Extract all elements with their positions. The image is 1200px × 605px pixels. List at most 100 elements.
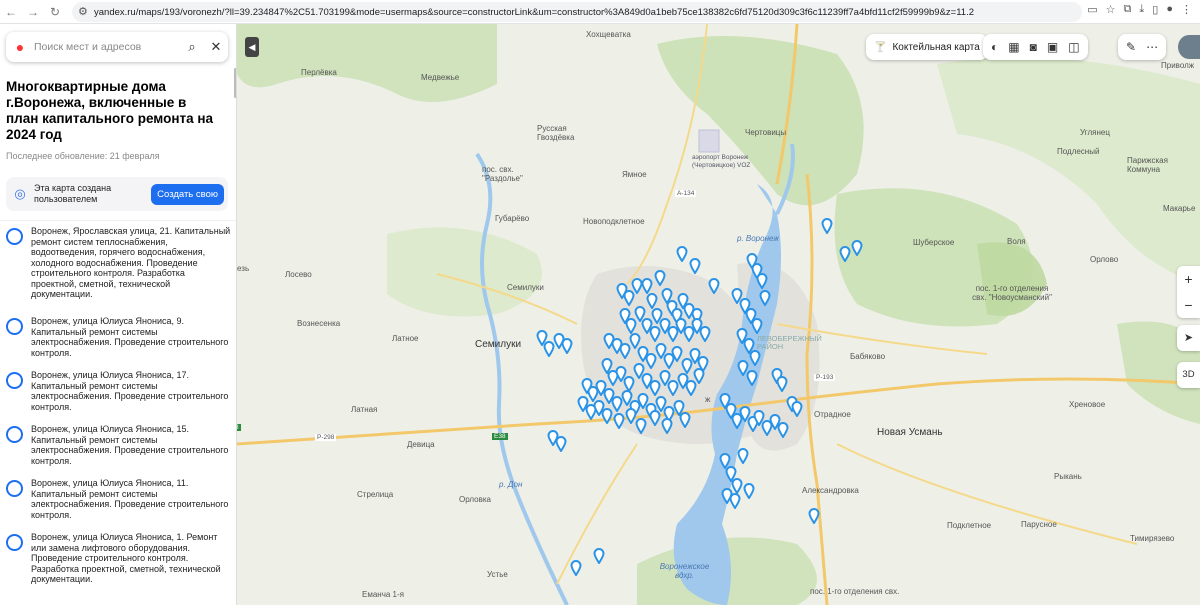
placemark-icon[interactable] <box>839 246 851 262</box>
map-label: Перлёвка <box>301 68 337 77</box>
sidepanel-icon[interactable]: ▯ <box>1152 3 1158 16</box>
radio-icon[interactable] <box>6 228 23 245</box>
ruler-icon[interactable]: ✎ <box>1126 40 1136 54</box>
placemark-icon[interactable] <box>851 240 863 256</box>
radio-icon[interactable] <box>6 318 23 335</box>
zoom-out-button[interactable]: − <box>1177 292 1200 318</box>
placemark-icon[interactable] <box>676 246 688 262</box>
placemark-icon[interactable] <box>721 488 733 504</box>
create-map-button[interactable]: Создать свою <box>151 183 224 205</box>
placemark-icon[interactable] <box>654 270 666 286</box>
radio-icon[interactable] <box>6 480 23 497</box>
reload-icon[interactable]: ↻ <box>44 5 66 19</box>
site-info-icon[interactable]: ⚙ <box>78 5 88 18</box>
layers-icon[interactable]: ◐ <box>991 40 998 54</box>
placemark-icon[interactable] <box>743 483 755 499</box>
map-label: пос. свх. "Раздолье" <box>482 165 523 183</box>
map-tools: ◐ ▦ ◙ ▣ ◫ <box>983 34 1088 60</box>
placemark-icon[interactable] <box>737 448 749 464</box>
search-bar[interactable]: ● Поиск мест и адресов ⌕ ✕ <box>6 32 228 62</box>
placemark-icon[interactable] <box>756 273 768 289</box>
download-icon[interactable]: ⤓ <box>1139 3 1144 16</box>
bookmark-star-icon[interactable]: ☆ <box>1106 3 1116 16</box>
map-label: Чертовицы <box>745 128 787 137</box>
placemark-icon[interactable] <box>689 258 701 274</box>
panorama-icon[interactable]: ◙ <box>1030 40 1037 54</box>
transport-icon[interactable]: ▣ <box>1047 40 1058 54</box>
geolocation-button[interactable]: ➤ <box>1177 325 1200 351</box>
placemark-icon[interactable] <box>570 560 582 576</box>
address-bar[interactable]: ⚙ yandex.ru/maps/193/voronezh/?ll=39.234… <box>72 2 1082 22</box>
map-label: Хохщеватка <box>586 30 631 39</box>
traffic-icon[interactable]: ◫ <box>1068 40 1079 54</box>
layer-label: Коктейльная карта <box>892 41 980 53</box>
placemark-icon[interactable] <box>821 218 833 234</box>
install-icon[interactable]: ▭ <box>1087 3 1097 16</box>
map-label: Орлово <box>1090 255 1119 264</box>
collapse-panel-button[interactable]: ◀ <box>245 37 259 57</box>
list-item[interactable]: Воронеж, улица Юлиуса Янониса, 1. Ремонт… <box>0 527 236 605</box>
placemark-icon[interactable] <box>641 278 653 294</box>
user-map-text: Эта карта создана пользователем <box>34 183 112 204</box>
forward-icon[interactable]: → <box>22 5 44 19</box>
radio-icon[interactable] <box>6 426 23 443</box>
list-item[interactable]: Воронеж, улица Юлиуса Янониса, 9. Капита… <box>0 311 236 365</box>
list-item-text: Воронеж, улица Юлиуса Янониса, 1. Ремонт… <box>31 532 221 584</box>
map-marker-icon: ◎ <box>14 186 26 201</box>
placemark-icon[interactable] <box>679 412 691 428</box>
profile-icon[interactable]: ● <box>1166 3 1173 16</box>
placemark-icon[interactable] <box>561 338 573 354</box>
placemark-icon[interactable] <box>635 418 647 434</box>
placemark-icon[interactable] <box>693 368 705 384</box>
browser-actions: ▭ ☆ ⧉ ⤓ ▯ ● ⋮ <box>1087 3 1192 16</box>
placemark-icon[interactable] <box>808 508 820 524</box>
map-label: езь <box>237 264 250 273</box>
cocktail-icon: 🍸 <box>874 41 887 53</box>
close-icon[interactable]: ✕ <box>204 39 228 55</box>
search-input[interactable]: Поиск мест и адресов <box>34 41 180 53</box>
map-canvas[interactable]: Хохщеватка Перлёвка Медвежье Русская Гво… <box>237 24 1200 605</box>
back-icon[interactable]: ← <box>0 5 22 19</box>
placemark-icon[interactable] <box>593 548 605 564</box>
layer-switch-button[interactable]: 🍸 Коктейльная карта <box>866 34 988 60</box>
placemark-icon[interactable] <box>555 436 567 452</box>
placemark-icon[interactable] <box>749 350 761 366</box>
placemark-icon[interactable] <box>759 290 771 306</box>
placemark-icon[interactable] <box>646 293 658 309</box>
map-label: Еманча 1-я <box>362 590 404 599</box>
map-label: Александровка <box>802 486 859 495</box>
map-label: Макарье <box>1163 204 1196 213</box>
placemark-icon[interactable] <box>661 418 673 434</box>
avatar[interactable] <box>1178 35 1200 59</box>
placemark-icon[interactable] <box>613 413 625 429</box>
list-item[interactable]: Воронеж, улица Юлиуса Янониса, 17. Капит… <box>0 365 236 419</box>
radio-icon[interactable] <box>6 534 23 551</box>
map-label: Стрелица <box>357 490 394 499</box>
placemark-icon[interactable] <box>708 278 720 294</box>
list-item[interactable]: Воронеж, улица Юлиуса Янониса, 15. Капит… <box>0 419 236 473</box>
scrollbar[interactable] <box>234 68 236 98</box>
search-icon[interactable]: ⌕ <box>180 39 204 55</box>
more-icon[interactable]: ⋯ <box>1146 40 1158 54</box>
placemark-icon[interactable] <box>751 318 763 334</box>
extensions-icon[interactable]: ⧉ <box>1124 3 1132 16</box>
map-label: Хреновое <box>1069 400 1106 409</box>
list-item[interactable]: Воронеж, улица Юлиуса Янониса, 11. Капит… <box>0 473 236 527</box>
placemark-icon[interactable] <box>746 370 758 386</box>
list-item[interactable]: Воронеж, Ярославская улица, 21. Капиталь… <box>0 221 236 311</box>
placemark-icon[interactable] <box>601 408 613 424</box>
map-label: Русская Гвоздёвка <box>537 124 575 142</box>
placemark-icon[interactable] <box>699 326 711 342</box>
placemark-icon[interactable] <box>791 401 803 417</box>
map-tools-2: ✎ ⋯ <box>1118 34 1167 60</box>
list-item-text: Воронеж, улица Юлиуса Янониса, 15. Капит… <box>31 424 229 466</box>
road-label: А-134 <box>675 190 697 197</box>
radio-icon[interactable] <box>6 372 23 389</box>
map-mode-icon[interactable]: ▦ <box>1008 40 1019 54</box>
zoom-in-button[interactable]: + <box>1177 266 1200 292</box>
placemark-icon[interactable] <box>777 422 789 438</box>
placemark-icon[interactable] <box>649 410 661 426</box>
3d-button[interactable]: 3D <box>1177 362 1200 388</box>
menu-icon[interactable]: ⋮ <box>1181 3 1192 16</box>
placemark-icon[interactable] <box>776 376 788 392</box>
